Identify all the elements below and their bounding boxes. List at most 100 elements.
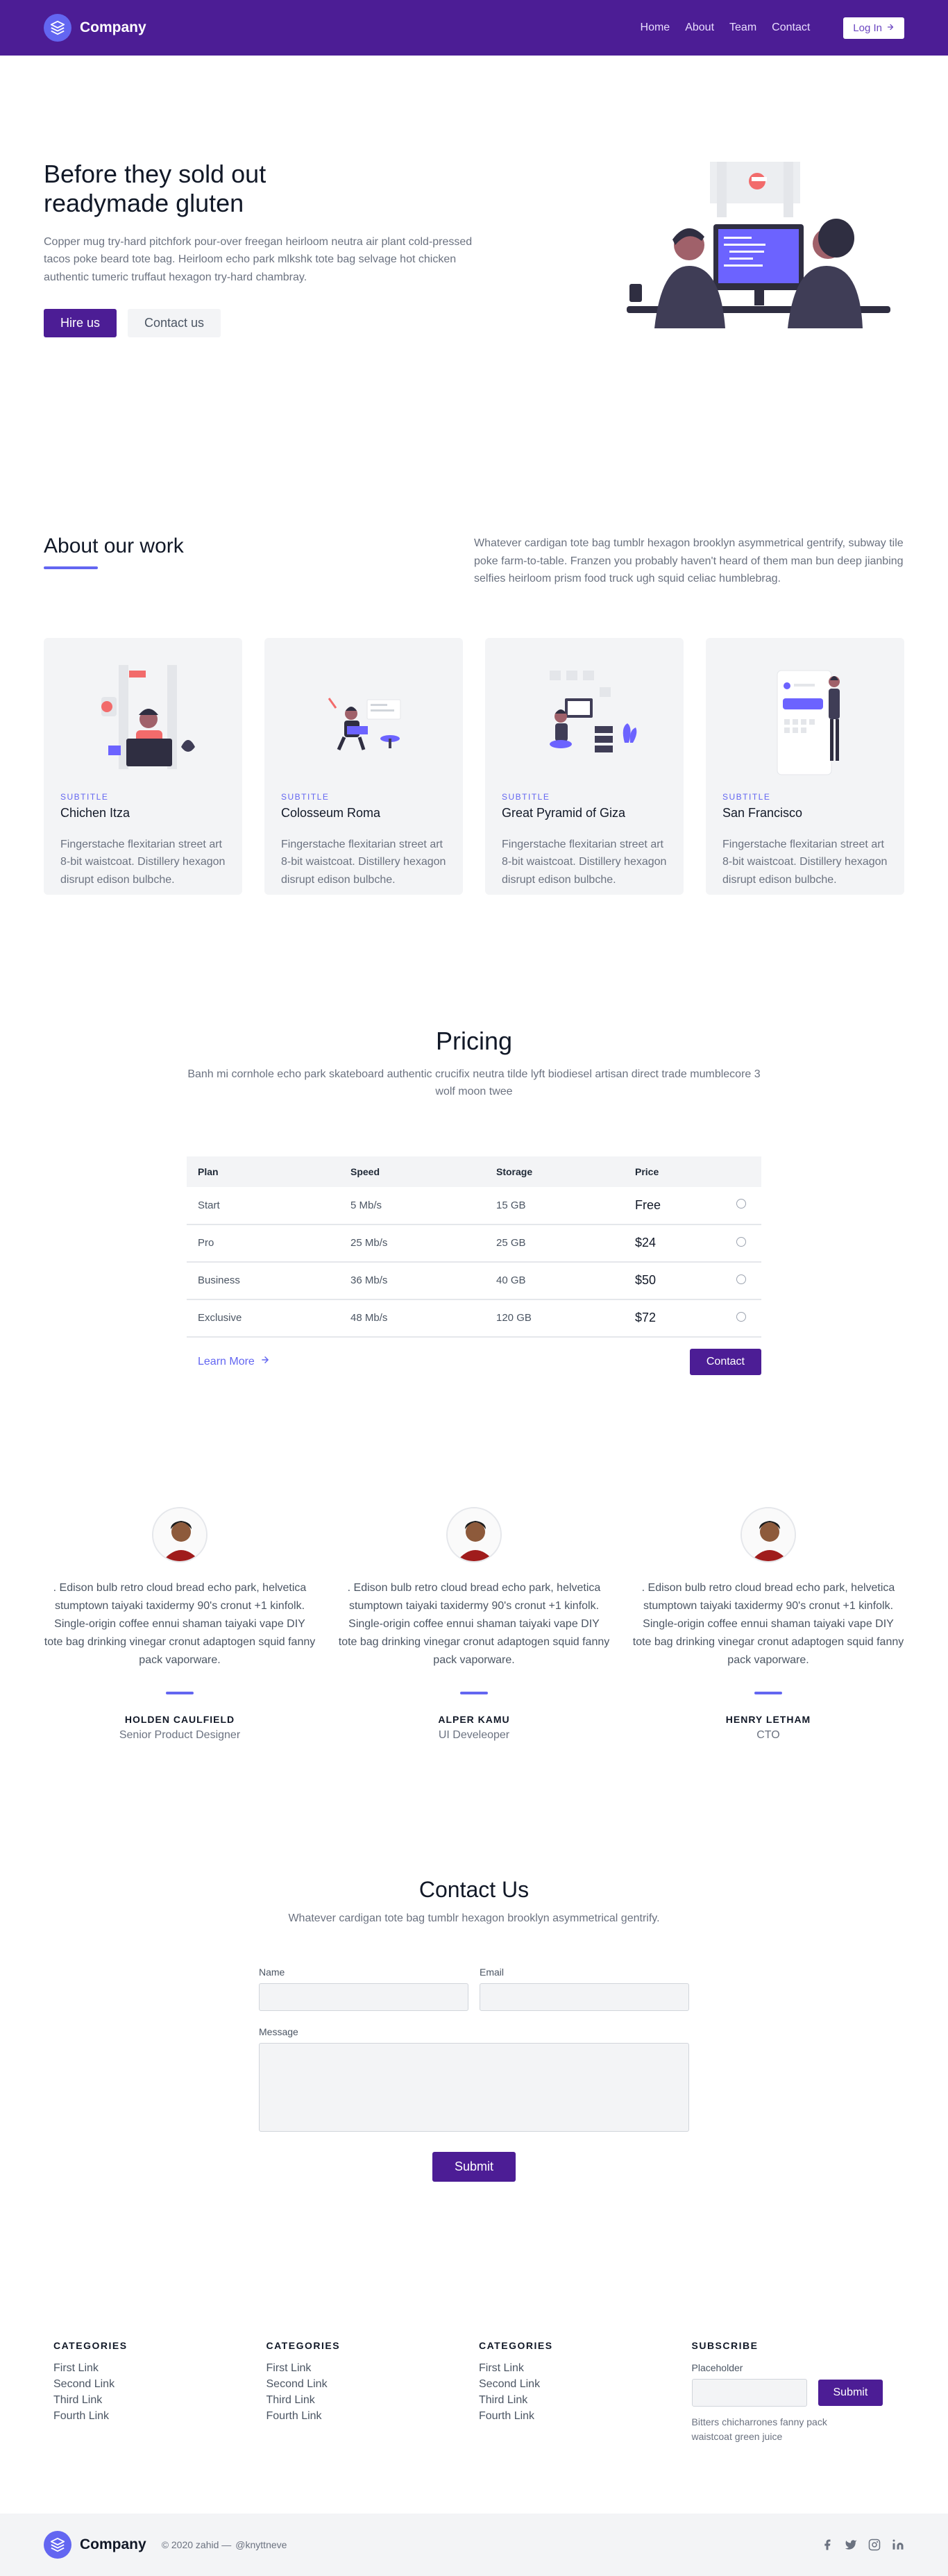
avatar — [446, 1506, 502, 1563]
nav-home[interactable]: Home — [641, 22, 670, 34]
name-input[interactable] — [259, 1982, 468, 2011]
footer-link[interactable]: Fourth Link — [479, 2410, 692, 2423]
contact-button[interactable]: Contact — [689, 1348, 761, 1375]
facebook-icon[interactable] — [821, 2539, 833, 2551]
testimonial-quote: . Edison bulb retro cloud bread echo par… — [632, 1581, 904, 1666]
pricing-table: Plan Speed Storage Price Start 5 Mb/s 15… — [187, 1156, 761, 1338]
footer-brand-block: Company © 2020 zahid — @knyttneve — [44, 2530, 287, 2559]
hire-us-button[interactable]: Hire us — [44, 308, 117, 337]
testimonial-name: HENRY LETHAM — [725, 1713, 811, 1725]
testimonials-section: . Edison bulb retro cloud bread echo par… — [0, 1375, 948, 1742]
column-header-select — [721, 1156, 761, 1187]
login-button[interactable]: Log In — [843, 17, 904, 39]
column-header-storage: Storage — [496, 1165, 533, 1177]
footer-top: CATEGORIES First Link Second Link Third … — [0, 2340, 948, 2514]
card-title: Great Pyramid of Giza — [502, 805, 626, 820]
card-subtitle: SUBTITLE — [60, 791, 109, 802]
subscribe-title: SUBSCRIBE — [691, 2339, 759, 2351]
about-header: About our work Whatever cardigan tote ba… — [44, 534, 904, 588]
footer-link[interactable]: Third Link — [266, 2394, 480, 2407]
table-row[interactable]: Start 5 Mb/s 15 GB Free — [187, 1186, 761, 1225]
card-description: Fingerstache flexitarian street art 8-bi… — [502, 838, 667, 886]
subscribe-column: SUBSCRIBE Placeholder Submit Bitters chi… — [691, 2339, 905, 2444]
contact-section: Contact Us Whatever cardigan tote bag tu… — [0, 1742, 948, 2182]
contact-form: Name Email Message Submit — [259, 1967, 689, 2182]
footer-link[interactable]: Third Link — [479, 2394, 692, 2407]
testimonial-quote: . Edison bulb retro cloud bread echo par… — [44, 1581, 316, 1666]
subscribe-row: Submit — [691, 2378, 905, 2407]
footer-link[interactable]: Fourth Link — [266, 2410, 480, 2423]
table-row[interactable]: Pro 25 Mb/s 25 GB $24 — [187, 1224, 761, 1263]
nav-team[interactable]: Team — [729, 22, 756, 34]
plan-cell: Exclusive — [187, 1299, 339, 1338]
logo-icon — [44, 2530, 71, 2559]
card-illustration — [60, 655, 226, 784]
subscribe-input[interactable] — [691, 2378, 807, 2407]
table-row[interactable]: Business 36 Mb/s 40 GB $50 — [187, 1261, 761, 1300]
footer-link[interactable]: First Link — [53, 2362, 266, 2375]
card-illustration — [502, 655, 667, 784]
subscribe-note: Bitters chicharrones fanny pack waistcoa… — [691, 2416, 827, 2442]
work-card[interactable]: SUBTITLE Chichen Itza Fingerstache flexi… — [44, 637, 242, 895]
footer-link[interactable]: Fourth Link — [53, 2410, 266, 2423]
learn-more-link[interactable]: Learn More — [198, 1355, 270, 1368]
footer-link[interactable]: Third Link — [53, 2394, 266, 2407]
about-title-block: About our work — [44, 534, 184, 569]
footer-column-title: CATEGORIES — [266, 2339, 341, 2351]
card-description: Fingerstache flexitarian street art 8-bi… — [722, 838, 888, 886]
price-cell: $50 — [624, 1261, 721, 1300]
work-cards: SUBTITLE Chichen Itza Fingerstache flexi… — [44, 637, 904, 895]
hero-title-line1: Before they sold out — [44, 159, 266, 188]
site-footer: CATEGORIES First Link Second Link Third … — [0, 2340, 948, 2576]
plan-radio[interactable] — [736, 1199, 746, 1209]
column-header-price: Price — [635, 1165, 659, 1177]
hero-description: Copper mug try-hard pitchfork pour-over … — [44, 235, 473, 283]
footer-link[interactable]: First Link — [266, 2362, 480, 2375]
submit-button[interactable]: Submit — [432, 2151, 516, 2182]
testimonial-divider — [166, 1691, 194, 1694]
work-card[interactable]: SUBTITLE Colosseum Roma Fingerstache fle… — [264, 637, 463, 895]
footer-brand-name: Company — [80, 2536, 146, 2552]
footer-link[interactable]: Second Link — [53, 2378, 266, 2391]
work-card[interactable]: SUBTITLE San Francisco Fingerstache flex… — [706, 637, 904, 895]
contact-description: Whatever cardigan tote bag tumblr hexago… — [288, 1912, 660, 1924]
card-title: Chichen Itza — [60, 805, 130, 820]
footer-column: CATEGORIES First Link Second Link Third … — [266, 2340, 480, 2444]
price-cell: $72 — [624, 1299, 721, 1338]
author-link[interactable]: @knyttneve — [235, 2539, 287, 2550]
plan-cell: Start — [187, 1186, 339, 1225]
subscribe-button[interactable]: Submit — [818, 2379, 883, 2406]
footer-column: CATEGORIES First Link Second Link Third … — [479, 2340, 692, 2444]
twitter-icon[interactable] — [845, 2539, 857, 2551]
testimonial: . Edison bulb retro cloud bread echo par… — [338, 1506, 610, 1742]
linkedin-icon[interactable] — [892, 2539, 904, 2551]
arrow-right-icon — [260, 1355, 270, 1368]
testimonial-divider — [754, 1691, 782, 1694]
footer-link[interactable]: Second Link — [266, 2378, 480, 2391]
testimonial-role: Senior Product Designer — [119, 1728, 241, 1741]
contact-us-button[interactable]: Contact us — [128, 308, 221, 337]
table-row[interactable]: Exclusive 48 Mb/s 120 GB $72 — [187, 1299, 761, 1338]
footer-link[interactable]: First Link — [479, 2362, 692, 2375]
plan-radio[interactable] — [736, 1236, 746, 1247]
storage-cell: 25 GB — [485, 1224, 624, 1263]
testimonial-name: HOLDEN CAULFIELD — [124, 1713, 235, 1725]
subscribe-label: Placeholder — [691, 2362, 743, 2373]
plan-radio[interactable] — [736, 1274, 746, 1284]
card-illustration — [281, 655, 446, 784]
message-textarea[interactable] — [259, 2042, 689, 2132]
contact-title: Contact Us — [418, 1876, 530, 1902]
copyright-text: © 2020 zahid — — [161, 2539, 232, 2550]
card-title: San Francisco — [722, 805, 803, 820]
brand-name: Company — [80, 19, 146, 35]
instagram-icon[interactable] — [868, 2539, 881, 2551]
footer-brand[interactable]: Company — [44, 2530, 146, 2559]
footer-link[interactable]: Second Link — [479, 2378, 692, 2391]
nav-about[interactable]: About — [685, 22, 714, 34]
plan-radio[interactable] — [736, 1311, 746, 1322]
work-card[interactable]: SUBTITLE Great Pyramid of Giza Fingersta… — [485, 637, 684, 895]
nav-contact[interactable]: Contact — [772, 22, 810, 34]
plan-cell: Business — [187, 1261, 339, 1300]
brand[interactable]: Company — [44, 14, 146, 42]
email-input[interactable] — [480, 1982, 689, 2011]
